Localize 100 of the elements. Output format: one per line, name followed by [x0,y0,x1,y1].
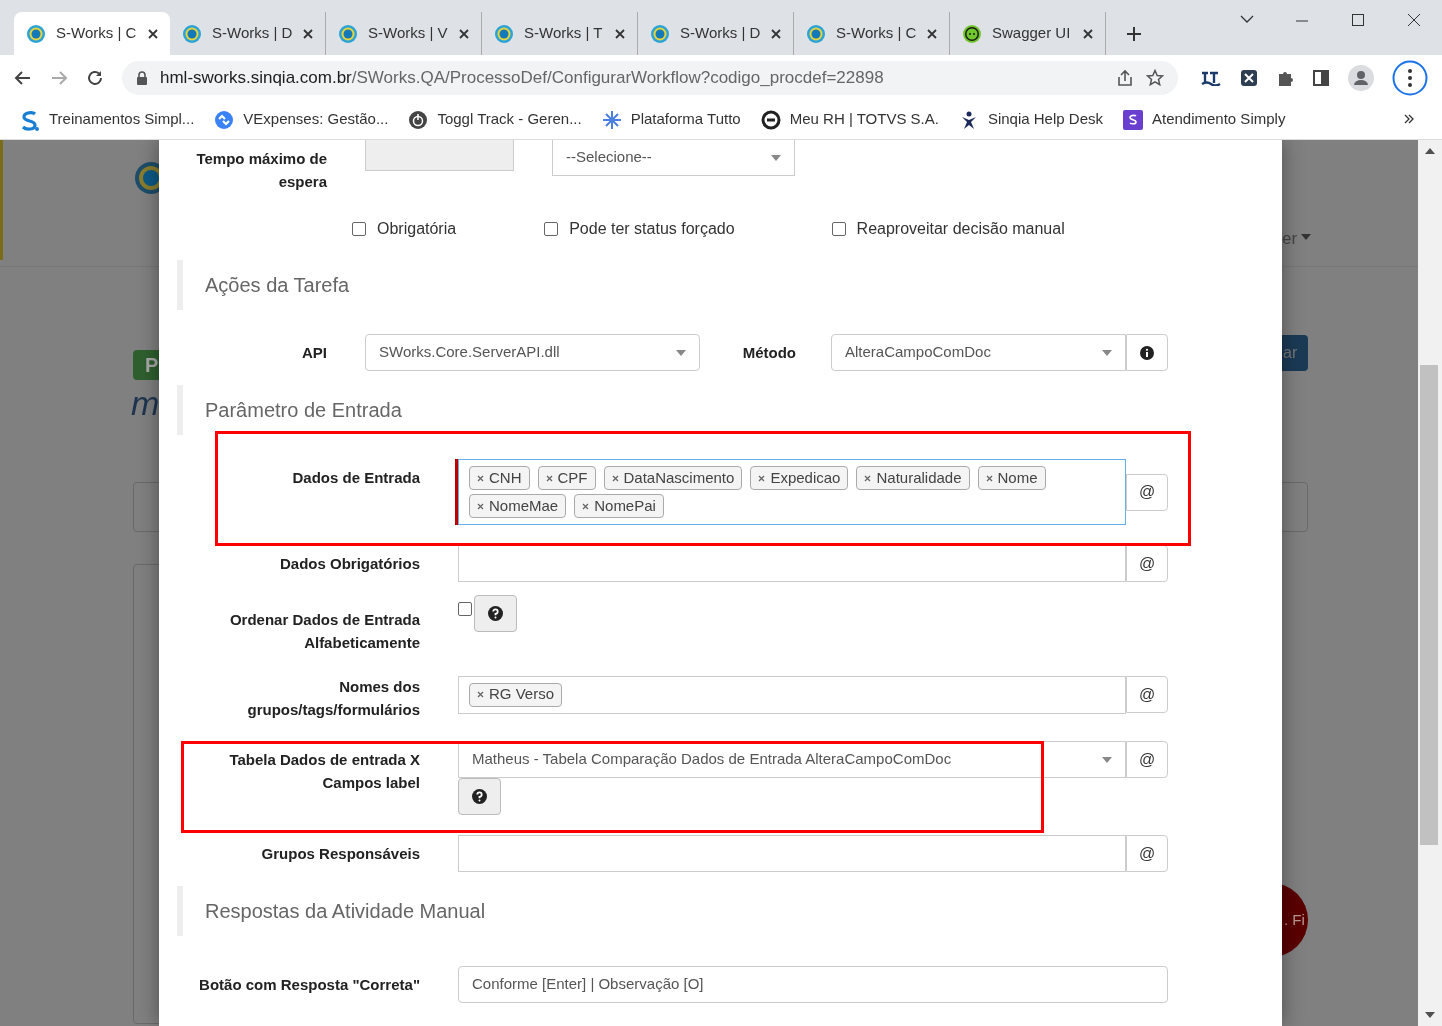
tag[interactable]: CNH [469,466,530,490]
help-button[interactable] [458,778,501,815]
remove-icon[interactable] [545,474,553,482]
caret-icon [676,349,686,356]
menu-icon[interactable] [1392,59,1428,96]
field-label: Dados Obrigatórios [278,554,420,574]
bookmark[interactable]: Sinqia Help Desk [958,108,1103,131]
maximize-icon[interactable] [1352,14,1364,26]
share-icon[interactable] [1116,68,1134,87]
circle-logo-icon [650,23,670,44]
field-label: Botão com Resposta "Correta" [198,975,420,995]
s-logo-icon [20,108,40,131]
close-icon[interactable] [148,28,158,39]
tag[interactable]: Expedicao [750,466,849,490]
tab-title: S-Works | T [524,23,604,44]
close-icon[interactable] [615,28,625,39]
star-burst-icon [601,109,622,130]
checkbox[interactable] [831,222,846,236]
at-button[interactable]: @ [1126,676,1168,713]
field-label: Tempo máximo de espera [195,149,327,192]
remove-icon[interactable] [477,691,484,698]
bookmark[interactable]: Meu RH | TOTVS S.A. [760,108,939,131]
scroll-down-icon[interactable] [1425,1012,1435,1018]
url-text: hml-sworks.sinqia.com.br/SWorks.QA/ProcessoDef/ConfigurarWorkflow?codigo_procdef=22898 [160,66,884,89]
tag[interactable]: RG Verso [469,682,563,707]
checkbox-label: Obrigatória [377,219,457,239]
remove-icon[interactable] [864,474,872,482]
remove-icon[interactable] [611,474,619,482]
side-panel-icon[interactable] [1312,68,1330,87]
remove-icon[interactable] [477,474,484,482]
bookmark[interactable]: Toggl Track - Geren... [408,108,582,131]
chevron-double-icon[interactable] [1404,114,1414,124]
address-bar[interactable]: hml-sworks.sinqia.com.br/SWorks.QA/ProcessoDef/ConfigurarWorkflow?codigo_procdef=22898 [122,60,1178,95]
input-field[interactable] [458,545,1126,582]
checkbox[interactable] [352,222,366,236]
at-button[interactable]: @ [1126,545,1168,582]
tag[interactable]: NomePai [574,494,664,518]
close-icon[interactable] [459,28,469,39]
at-button[interactable]: @ [1126,835,1168,872]
extension-icon[interactable] [1200,69,1222,86]
tag[interactable]: CPF [537,466,596,490]
at-button[interactable]: @ [1126,741,1168,778]
back-icon[interactable] [14,68,32,87]
chevron-down-icon[interactable] [1240,15,1254,23]
select-field[interactable]: AlteraCampoComDoc [831,334,1127,371]
close-icon[interactable] [303,28,313,39]
bookmark[interactable]: VExpenses: Gestão... [214,108,389,131]
star-icon[interactable] [1146,68,1164,87]
reload-icon[interactable] [86,68,104,87]
field-label: Método [741,343,796,363]
tag-input[interactable]: CNH CPF DataNascimento Expedicao Naturalidade Nome NomeMae NomePai [458,459,1126,525]
remove-icon[interactable] [582,502,590,510]
extension-icon[interactable] [1240,68,1258,87]
select-field[interactable]: --Selecione-- [552,140,795,176]
profile-icon[interactable] [1348,64,1374,91]
checkbox[interactable] [458,602,472,616]
close-icon[interactable] [771,28,781,39]
browser-tab[interactable]: S-Works | C [14,12,170,55]
input-field[interactable] [458,835,1126,872]
tab-title: S-Works | C [56,23,138,44]
remove-icon[interactable] [985,474,993,482]
remove-icon[interactable] [758,474,766,482]
circle-logo-icon [494,23,514,44]
curly-brace-logo-icon [962,23,982,44]
bookmark[interactable]: Plataforma Tutto [601,108,741,131]
help-button[interactable] [474,595,517,632]
close-icon[interactable] [1408,14,1420,26]
tab-title: S-Works | D [680,23,761,44]
tab-title: Swagger UI [992,23,1072,44]
new-tab-icon[interactable] [1126,26,1142,42]
select-field[interactable]: SWorks.Core.ServerAPI.dll [365,334,700,371]
scrollbar[interactable] [1418,140,1442,1026]
section-heading: Respostas da Atividade Manual [205,899,486,924]
s-square-icon [1123,109,1143,130]
tag-input[interactable]: RG Verso [458,675,1126,714]
page-title: m [131,383,160,423]
tag[interactable]: NomeMae [469,494,567,518]
close-icon[interactable] [927,28,937,39]
info-icon [1140,345,1155,360]
remove-icon[interactable] [477,502,484,510]
tab-title: S-Works | D [212,23,293,44]
at-button[interactable]: @ [1126,473,1168,511]
section-heading: Parâmetro de Entrada [205,398,402,423]
arrows-circle-icon [214,109,235,130]
input-field[interactable] [365,140,514,171]
tag[interactable]: Nome [977,466,1046,490]
bookmark[interactable]: Atendimento Simply [1123,108,1286,131]
input-field[interactable]: Conforme [Enter] | Observação [O] [458,966,1168,1003]
close-icon[interactable] [1083,28,1093,39]
tab-title: S-Works | V [368,23,449,44]
tag[interactable]: Naturalidade [856,466,970,490]
select-field[interactable]: Matheus - Tabela Comparação Dados de Entrada AlteraCampoComDoc [458,741,1126,778]
help-icon [472,789,487,804]
info-button[interactable] [1126,334,1168,371]
checkbox[interactable] [544,222,559,236]
circle-logo-icon [806,23,826,44]
bookmark[interactable]: Treinamentos Simpl... [20,108,195,131]
scroll-up-icon[interactable] [1425,148,1435,154]
tag[interactable]: DataNascimento [603,466,743,490]
circle-logo-icon [338,23,358,44]
